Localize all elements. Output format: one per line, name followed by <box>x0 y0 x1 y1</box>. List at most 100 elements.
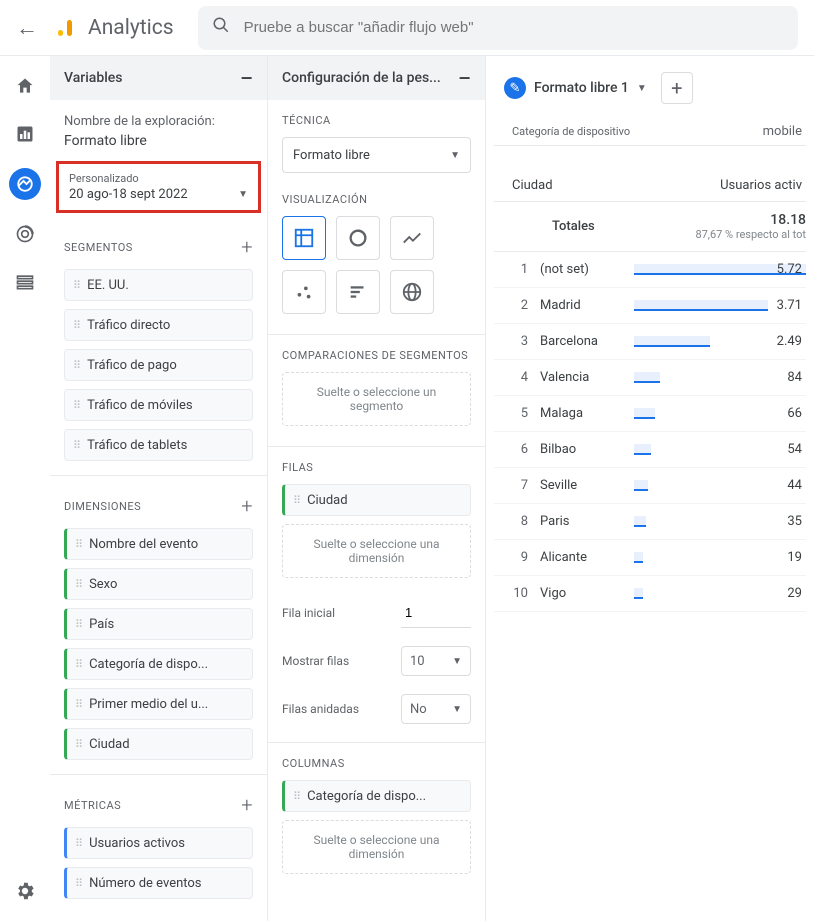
date-range-value: 20 ago-18 sept 2022 <box>69 187 188 202</box>
nav-home-icon[interactable] <box>11 72 39 100</box>
technique-select[interactable]: Formato libre ▼ <box>282 137 471 173</box>
add-metric-button[interactable]: + <box>241 793 253 817</box>
viz-label: VISUALIZACIÓN <box>282 193 471 206</box>
table-row[interactable]: 3Barcelona2.49 <box>494 324 806 360</box>
exploration-name-value[interactable]: Formato libre <box>64 133 253 149</box>
date-range-picker[interactable]: Personalizado 20 ago-18 sept 2022 ▼ <box>56 161 261 213</box>
config-panel-title: Configuración de la pes... <box>282 70 441 86</box>
collapse-icon[interactable]: – <box>458 66 471 90</box>
nav-reports-icon[interactable] <box>11 120 39 148</box>
drag-handle-icon: ⠿ <box>75 658 81 671</box>
data-bar <box>634 300 768 311</box>
search-box[interactable] <box>198 6 798 50</box>
table-row[interactable]: 1(not set)5.72 <box>494 252 806 288</box>
search-input[interactable] <box>244 19 784 36</box>
metric-chip[interactable]: ⠿Número de eventos <box>64 867 253 899</box>
segment-chip[interactable]: ⠿Tráfico directo <box>64 309 253 341</box>
start-row-label: Fila inicial <box>282 606 335 620</box>
metric-header[interactable]: Usuarios activ <box>634 154 806 193</box>
table-row[interactable]: 2Madrid3.71 <box>494 288 806 324</box>
drag-handle-icon: ⠿ <box>73 359 79 372</box>
viz-line-button[interactable] <box>390 216 434 260</box>
edit-icon: ✎ <box>504 77 526 99</box>
segment-chip[interactable]: ⠿Tráfico de móviles <box>64 389 253 421</box>
collapse-icon[interactable]: – <box>240 66 253 90</box>
row-metric-cell: 29 <box>634 586 806 601</box>
dim-header[interactable]: Ciudad <box>494 154 634 193</box>
chevron-down-icon: ▼ <box>452 656 462 667</box>
viz-donut-button[interactable] <box>336 216 380 260</box>
row-metric-value: 19 <box>787 550 802 565</box>
totals-subtext: 87,67 % respecto al tot <box>634 228 806 241</box>
cols-chip[interactable]: ⠿Categoría de dispo... <box>282 780 471 812</box>
nav-configure-icon[interactable] <box>11 268 39 296</box>
table-row[interactable]: 6Bilbao54 <box>494 432 806 468</box>
segment-chip[interactable]: ⠿EE. UU. <box>64 269 253 301</box>
add-tab-button[interactable]: + <box>661 72 693 104</box>
metric-chip[interactable]: ⠿Usuarios activos <box>64 827 253 859</box>
chip-label: Usuarios activos <box>89 836 185 851</box>
chevron-down-icon: ▼ <box>238 189 248 200</box>
variables-panel-header: Variables – <box>50 56 267 100</box>
table-row[interactable]: 4Valencia84 <box>494 360 806 396</box>
nav-advertising-icon[interactable] <box>11 220 39 248</box>
totals-label: Totales <box>494 219 634 234</box>
table-row[interactable]: 10Vigo29 <box>494 576 806 612</box>
add-dimension-button[interactable]: + <box>241 494 253 518</box>
dimension-chip[interactable]: ⠿Ciudad <box>64 728 253 760</box>
row-metric-value: 5.72 <box>777 262 802 277</box>
dimension-chip[interactable]: ⠿Primer medio del u... <box>64 688 253 720</box>
drag-handle-icon: ⠿ <box>293 790 299 803</box>
data-bar <box>634 480 648 491</box>
nav-explore-icon[interactable] <box>9 168 41 200</box>
report-tab[interactable]: ✎ Formato libre 1 ▼ <box>504 77 647 99</box>
row-index: 3 <box>494 334 540 349</box>
chip-label: EE. UU. <box>87 278 129 293</box>
table-row[interactable]: 9Alicante19 <box>494 540 806 576</box>
app-header: ← Analytics <box>0 0 814 56</box>
show-rows-select[interactable]: 10▼ <box>401 646 471 676</box>
row-index: 8 <box>494 514 540 529</box>
viz-bar-button[interactable] <box>336 270 380 314</box>
cols-dropzone[interactable]: Suelte o seleccione una dimensión <box>282 820 471 874</box>
start-row-input[interactable] <box>401 598 471 628</box>
segment-dropzone[interactable]: Suelte o seleccione un segmento <box>282 372 471 426</box>
chip-label: País <box>89 617 114 632</box>
table-row[interactable]: 7Seville44 <box>494 468 806 504</box>
add-segment-button[interactable]: + <box>241 235 253 259</box>
rows-dropzone[interactable]: Suelte o seleccione una dimensión <box>282 524 471 578</box>
viz-table-button[interactable] <box>282 216 326 260</box>
rows-label: FILAS <box>282 461 471 474</box>
viz-geo-button[interactable] <box>390 270 434 314</box>
row-dimension-value: Vigo <box>540 586 634 601</box>
segment-chip[interactable]: ⠿Tráfico de tablets <box>64 429 253 461</box>
technique-label: TÉCNICA <box>282 114 471 127</box>
segment-chip[interactable]: ⠿Tráfico de pago <box>64 349 253 381</box>
row-index: 7 <box>494 478 540 493</box>
data-bar <box>634 552 643 563</box>
dimension-chip[interactable]: ⠿País <box>64 608 253 640</box>
nested-rows-select[interactable]: No▼ <box>401 694 471 724</box>
drag-handle-icon: ⠿ <box>73 319 79 332</box>
table-row[interactable]: 5Malaga66 <box>494 396 806 432</box>
dimension-chip[interactable]: ⠿Sexo <box>64 568 253 600</box>
row-metric-cell: 3.71 <box>634 298 806 313</box>
dimension-chip[interactable]: ⠿Categoría de dispo... <box>64 648 253 680</box>
row-index: 1 <box>494 262 540 277</box>
back-arrow-icon[interactable]: ← <box>16 15 54 41</box>
device-value: mobile <box>634 124 806 139</box>
row-metric-value: 2.49 <box>777 334 802 349</box>
logo[interactable]: Analytics <box>54 16 174 40</box>
row-metric-cell: 54 <box>634 442 806 457</box>
rows-chip[interactable]: ⠿Ciudad <box>282 484 471 516</box>
row-metric-cell: 66 <box>634 406 806 421</box>
dimension-chip[interactable]: ⠿Nombre del evento <box>64 528 253 560</box>
row-dimension-value: Paris <box>540 514 634 529</box>
nav-settings-icon[interactable] <box>11 877 39 905</box>
row-dimension-value: Alicante <box>540 550 634 565</box>
viz-scatter-button[interactable] <box>282 270 326 314</box>
chip-label: Tráfico de móviles <box>87 398 193 413</box>
table-row[interactable]: 8Paris35 <box>494 504 806 540</box>
chip-label: Sexo <box>89 577 117 592</box>
rows-chip-label: Ciudad <box>307 493 348 508</box>
